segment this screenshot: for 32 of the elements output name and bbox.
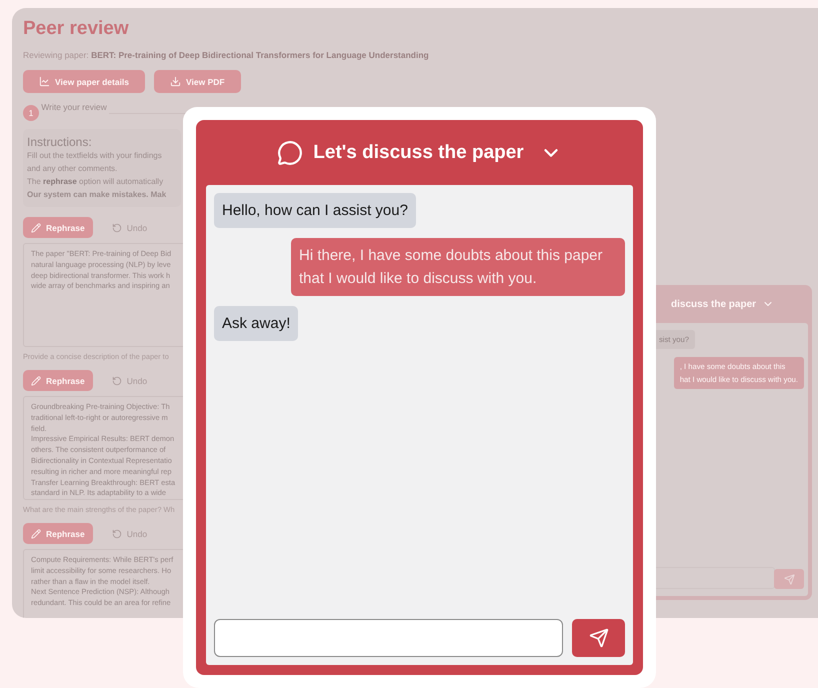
- undo-icon: [112, 376, 122, 386]
- view-button[interactable]: View paper details: [23, 70, 146, 93]
- chat-title: Let's discuss the paper: [313, 142, 524, 164]
- paper-subtitle: Reviewing paper: BERT: Pre-training of Deep Bidirectional Transformers for Language Understanding: [23, 50, 430, 60]
- instructions-heading: Instructions:: [27, 135, 93, 149]
- rephrase-button[interactable]: Rephrase: [23, 217, 93, 238]
- instruction-line: The rephrase option will automatically: [27, 176, 164, 188]
- chat-message: Hello, how can I assist you?: [214, 193, 416, 228]
- pencil-icon: [31, 222, 41, 232]
- view-button[interactable]: View PDF: [154, 70, 241, 93]
- instruction-line: and any other comments.: [27, 163, 118, 175]
- chat-message: Hi there, I have some doubts about this paper that I would like to discuss with you.: [291, 238, 625, 296]
- message-input[interactable]: [214, 619, 563, 657]
- step-label: Write your review: [40, 101, 108, 114]
- send-icon: [784, 574, 794, 584]
- instruction-line: Our system can make mistakes. Mak: [27, 189, 168, 201]
- download-icon: [170, 76, 182, 87]
- rephrase-button[interactable]: Rephrase: [23, 523, 93, 544]
- chat-title: discuss the paper: [671, 298, 756, 310]
- undo-icon: [112, 528, 122, 538]
- undo-icon: [112, 222, 122, 232]
- send-icon: [588, 628, 608, 648]
- send-button[interactable]: [572, 619, 625, 657]
- page-title: Peer review: [23, 18, 130, 40]
- chart-icon: [39, 76, 50, 87]
- pencil-icon: [31, 376, 41, 386]
- chat-message: Ask away!: [214, 306, 298, 341]
- step-number: 1: [23, 105, 39, 121]
- pencil-icon: [31, 528, 41, 538]
- chat-bubble-icon: [277, 140, 304, 166]
- rephrase-button[interactable]: Rephrase: [23, 370, 93, 391]
- instruction-line: Fill out the textfields with your findings: [27, 150, 163, 162]
